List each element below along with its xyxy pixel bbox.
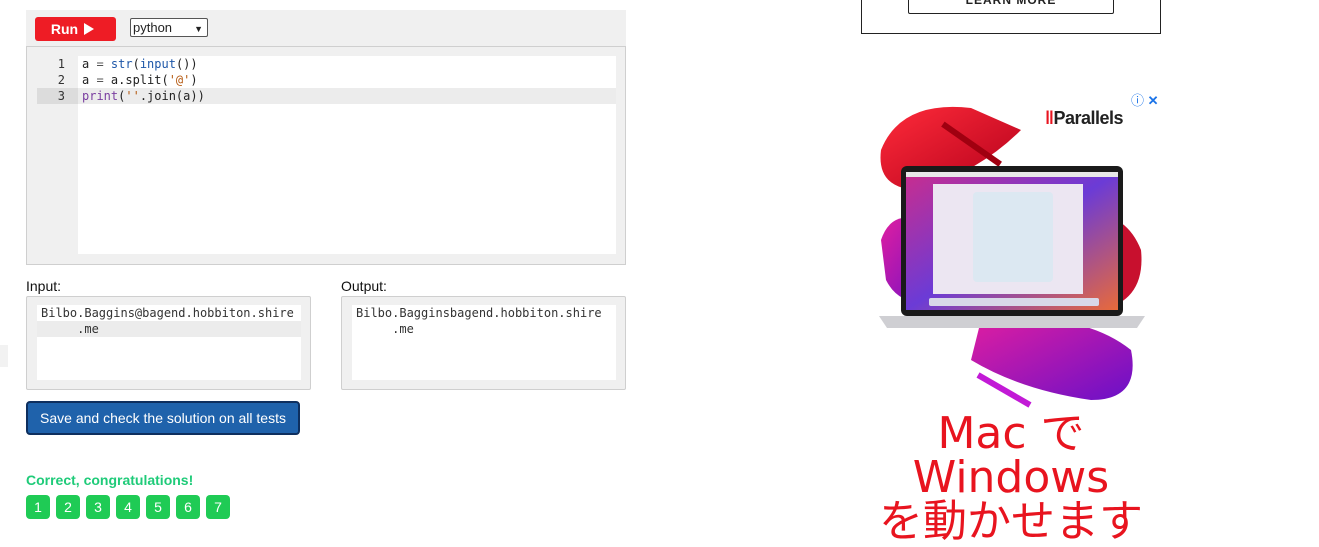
output-field: Bilbo.Bagginsbagend.hobbiton.shire .me <box>352 305 616 380</box>
ad-headline-line: Mac で <box>937 408 1085 459</box>
input-box: Bilbo.Baggins@bagend.hobbiton.shire .me <box>26 296 311 390</box>
output-label: Output: <box>341 278 387 294</box>
language-select[interactable]: python ▼ <box>130 18 208 37</box>
io-line: Bilbo.Bagginsbagend.hobbiton.shire <box>356 306 602 320</box>
menu-bar <box>906 172 1118 177</box>
ad-banner-top: LEARN MORE <box>861 0 1161 34</box>
line-number: 1 <box>57 57 65 71</box>
input-field[interactable]: Bilbo.Baggins@bagend.hobbiton.shire .me <box>37 305 301 380</box>
output-box: Bilbo.Bagginsbagend.hobbiton.shire .me <box>341 296 626 390</box>
play-icon <box>84 23 95 35</box>
line-number: 3 <box>37 88 79 104</box>
editor-toolbar: Run python ▼ <box>26 10 626 46</box>
test-badge[interactable]: 6 <box>176 495 200 519</box>
ad-headline[interactable]: Mac で Windows を動かせます <box>861 412 1161 544</box>
code-editor[interactable]: 1 23 a = str(input()) a = a.split('@') prin… <box>26 46 626 265</box>
laptop-base <box>879 316 1145 328</box>
run-button[interactable]: Run <box>35 17 116 41</box>
test-badge[interactable]: 7 <box>206 495 230 519</box>
dock <box>929 298 1099 306</box>
ad-illustration[interactable] <box>861 100 1161 410</box>
code-line[interactable]: a = str(input()) <box>78 56 616 72</box>
code-area[interactable]: a = str(input()) a = a.split('@') print(''… <box>78 56 616 254</box>
test-badge[interactable]: 5 <box>146 495 170 519</box>
chevron-down-icon: ▼ <box>194 24 203 34</box>
line-number: 2 <box>57 73 65 87</box>
test-badge[interactable]: 3 <box>86 495 110 519</box>
line-number-gutter: 1 23 <box>37 56 79 104</box>
test-badge[interactable]: 1 <box>26 495 50 519</box>
io-line: Bilbo.Baggins@bagend.hobbiton.shire <box>41 306 294 320</box>
input-label: Input: <box>26 278 62 294</box>
learn-more-button[interactable]: LEARN MORE <box>908 0 1114 14</box>
io-line: .me <box>37 321 301 337</box>
ad-headline-line: を動かせます <box>879 496 1143 547</box>
result-message: Correct, congratulations! <box>26 472 194 488</box>
test-results: 1234567 <box>26 495 230 519</box>
parallels-logo[interactable]: ‖Parallels <box>1045 108 1124 129</box>
code-line[interactable]: a = a.split('@') <box>78 72 616 88</box>
test-badge[interactable]: 4 <box>116 495 140 519</box>
ad-headline-line: Windows <box>912 452 1110 503</box>
io-line: .me <box>356 322 414 336</box>
test-badge[interactable]: 2 <box>56 495 80 519</box>
save-check-button[interactable]: Save and check the solution on all tests <box>26 401 300 435</box>
left-edge-divider <box>0 345 8 367</box>
windows-start-menu <box>973 192 1053 282</box>
code-line[interactable]: print(''.join(a)) <box>78 88 616 104</box>
